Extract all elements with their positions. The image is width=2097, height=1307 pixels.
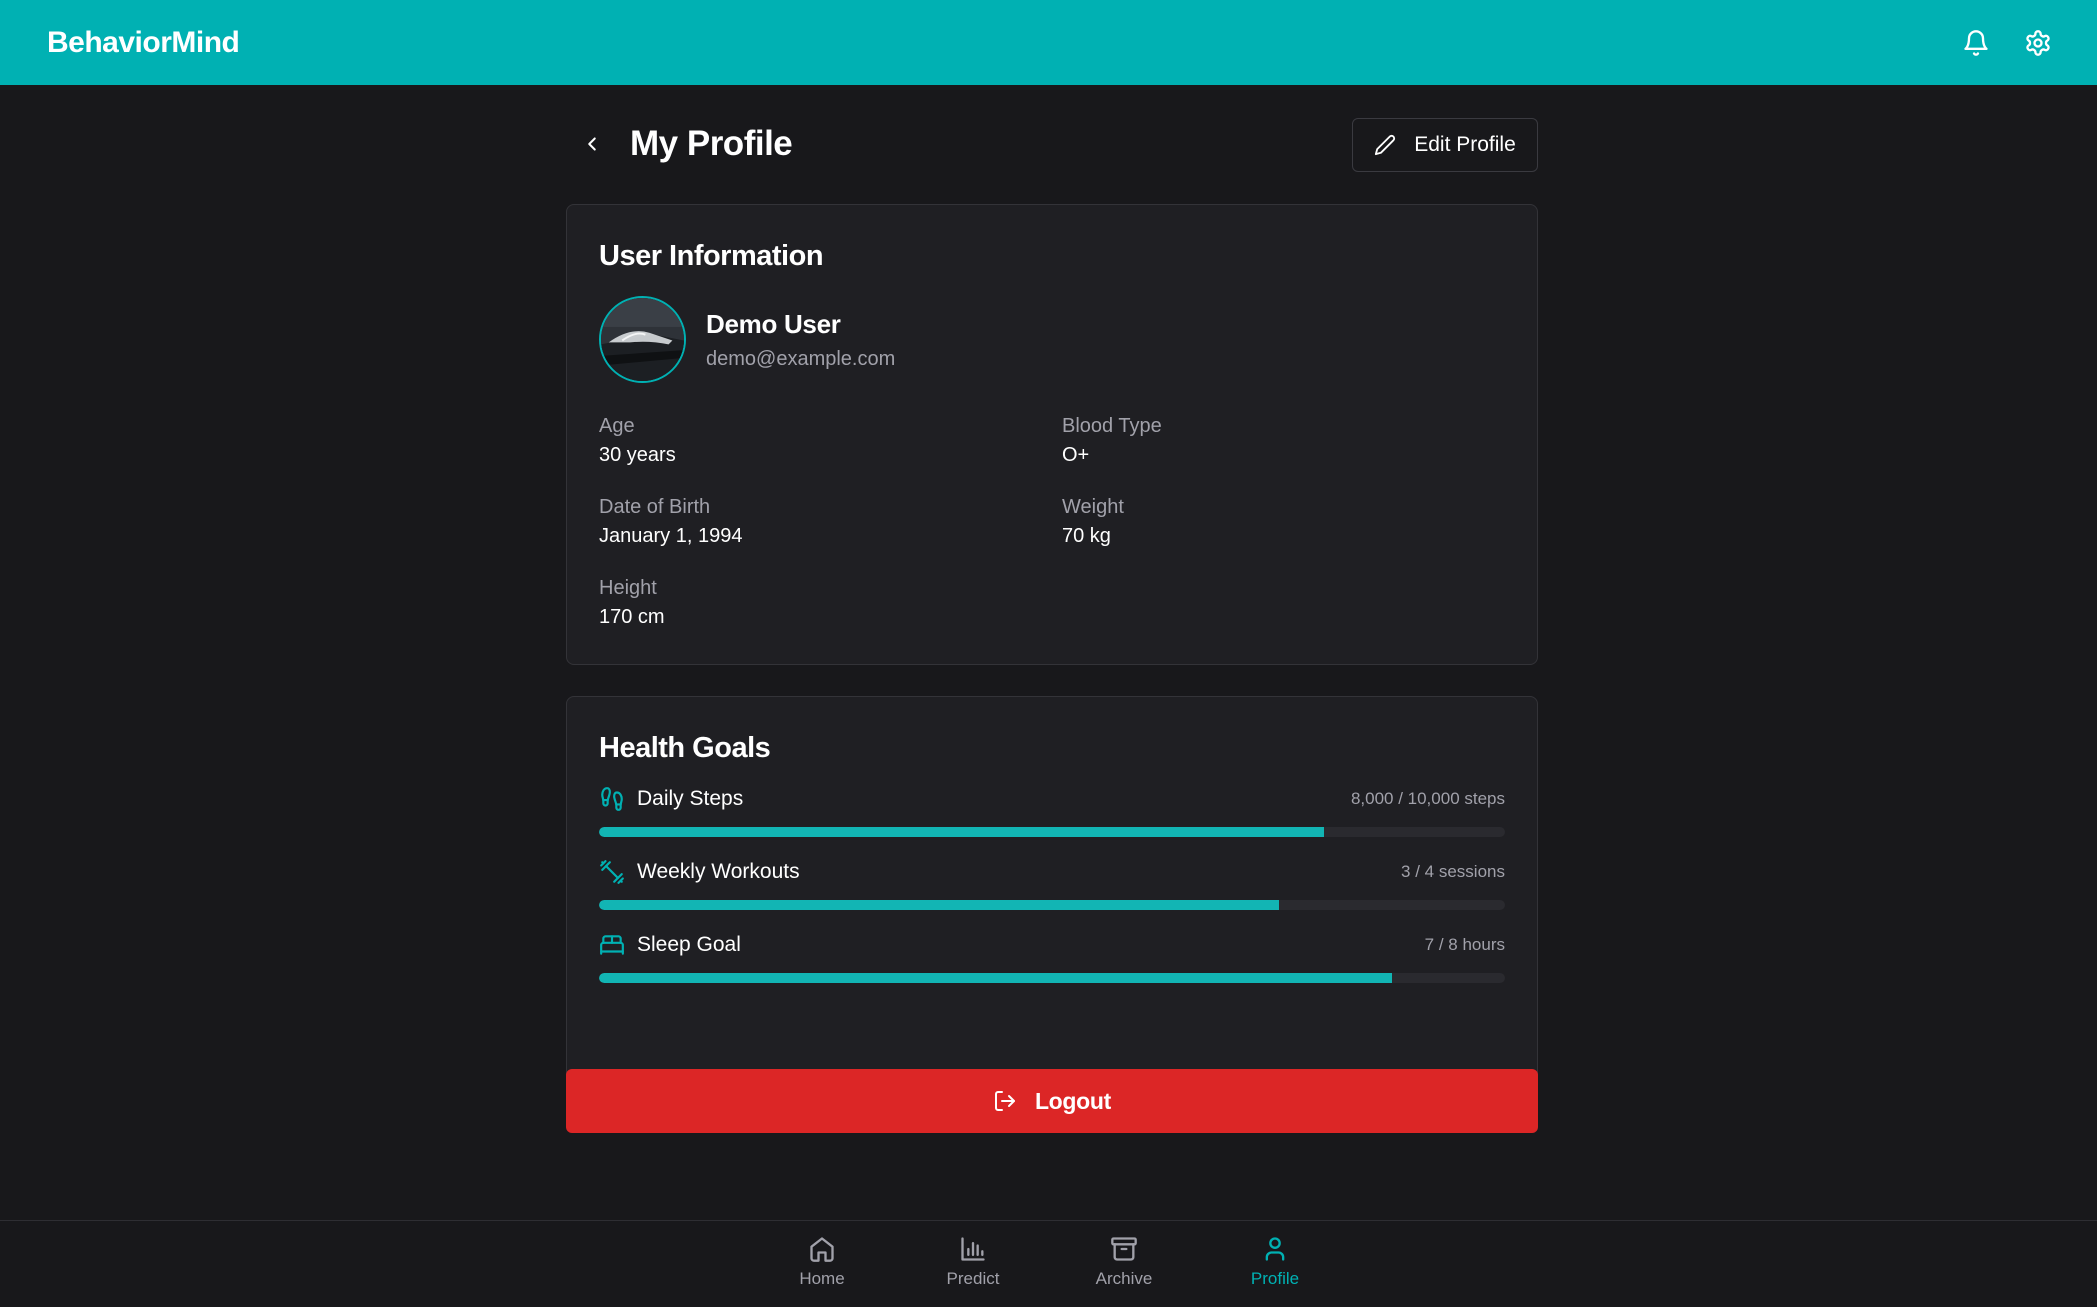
edit-profile-label: Edit Profile xyxy=(1414,133,1516,156)
bell-icon[interactable] xyxy=(1961,28,1991,58)
app-brand[interactable]: BehaviorMind xyxy=(47,26,240,60)
nav-label: Home xyxy=(799,1269,845,1288)
info-label: Blood Type xyxy=(1062,415,1162,437)
edit-profile-button[interactable]: Edit Profile xyxy=(1352,118,1538,172)
goal-sleep: Sleep Goal 7 / 8 hours xyxy=(599,930,1505,983)
goal-value: 3 / 4 sessions xyxy=(1401,862,1505,881)
health-goals-title: Health Goals xyxy=(599,732,771,764)
page-title: My Profile xyxy=(630,124,793,163)
user-information-title: User Information xyxy=(599,240,824,272)
info-value: 70 kg xyxy=(1062,525,1111,547)
info-value: January 1, 1994 xyxy=(599,525,743,547)
logout-icon xyxy=(994,1091,1015,1111)
info-label: Weight xyxy=(1062,496,1124,518)
goal-name: Daily Steps xyxy=(637,787,744,810)
logout-button[interactable]: Logout xyxy=(566,1069,1538,1133)
top-actions xyxy=(1961,28,2053,58)
info-label: Age xyxy=(599,415,635,437)
info-date-of-birth: Date of Birth January 1, 1994 xyxy=(599,496,1019,548)
info-blood-type: Blood Type O+ xyxy=(1062,415,1482,467)
progress-track xyxy=(599,973,1505,983)
goal-name: Sleep Goal xyxy=(637,933,741,956)
goal-daily-steps: Daily Steps 8,000 / 10,000 steps xyxy=(599,784,1505,837)
nav-predict[interactable]: Predict xyxy=(898,1221,1049,1307)
pencil-icon xyxy=(1375,134,1396,156)
archive-icon xyxy=(1111,1237,1137,1261)
footprints-icon xyxy=(601,787,623,811)
user-icon xyxy=(1265,1237,1285,1261)
gear-icon[interactable] xyxy=(2023,28,2053,58)
top-bar: BehaviorMind xyxy=(0,0,2097,85)
progress-fill xyxy=(599,973,1392,983)
progress-fill xyxy=(599,827,1324,837)
bar-chart-icon xyxy=(961,1237,985,1261)
info-height: Height 170 cm xyxy=(599,577,1019,629)
info-weight: Weight 70 kg xyxy=(1062,496,1482,548)
bed-icon xyxy=(600,935,624,955)
nav-label: Archive xyxy=(1095,1269,1153,1288)
goal-weekly-workouts: Weekly Workouts 3 / 4 sessions xyxy=(599,857,1505,910)
main-content: My Profile Edit Profile User Information… xyxy=(566,85,1538,1133)
info-value: O+ xyxy=(1062,444,1090,466)
nav-home[interactable]: Home xyxy=(747,1221,898,1307)
progress-track xyxy=(599,827,1505,837)
user-summary: Demo User demo@example.com xyxy=(599,296,895,383)
nav-archive[interactable]: Archive xyxy=(1049,1221,1200,1307)
info-label: Height xyxy=(599,577,657,599)
bottom-navigation: Home Predict Archive Profile xyxy=(0,1220,2097,1307)
dumbbell-icon xyxy=(600,860,624,884)
nav-profile[interactable]: Profile xyxy=(1200,1221,1351,1307)
user-information-card: User Information Demo User demo@example.… xyxy=(566,204,1538,665)
chevron-left-icon xyxy=(588,137,596,151)
info-label: Date of Birth xyxy=(599,496,711,518)
goal-name: Weekly Workouts xyxy=(637,860,800,883)
health-goals-card: Health Goals Daily Steps 8,000 / 10,000 … xyxy=(566,696,1538,1100)
user-name: Demo User xyxy=(706,308,841,339)
home-icon xyxy=(810,1237,834,1262)
logout-label: Logout xyxy=(1034,1087,1112,1114)
back-button[interactable] xyxy=(570,122,614,166)
goal-value: 8,000 / 10,000 steps xyxy=(1350,789,1505,808)
info-age: Age 30 years xyxy=(599,415,1019,467)
progress-fill xyxy=(599,900,1279,910)
user-text: Demo User demo@example.com xyxy=(706,309,895,371)
progress-track xyxy=(599,900,1505,910)
nav-label: Profile xyxy=(1250,1269,1300,1288)
page-header: My Profile Edit Profile xyxy=(566,85,1538,203)
info-value: 30 years xyxy=(599,444,676,466)
info-value: 170 cm xyxy=(599,606,665,628)
avatar xyxy=(599,296,686,383)
user-email: demo@example.com xyxy=(706,347,896,370)
goal-value: 7 / 8 hours xyxy=(1424,935,1505,954)
avatar-image xyxy=(601,298,684,381)
nav-label: Predict xyxy=(946,1269,1000,1288)
